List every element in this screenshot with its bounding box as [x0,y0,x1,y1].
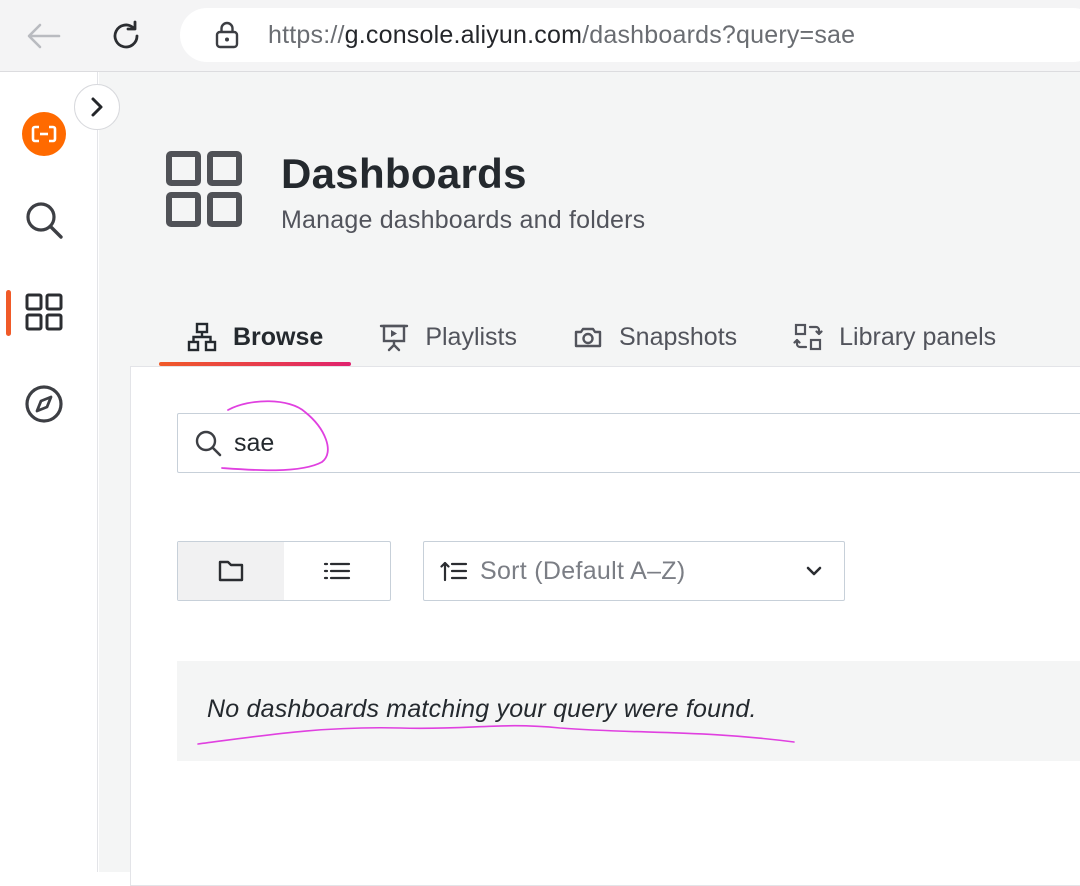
tab-snapshots[interactable]: Snapshots [545,308,765,366]
list-icon [323,562,351,580]
tab-playlists-label: Playlists [425,322,517,351]
presentation-icon [380,324,409,352]
browser-toolbar: https://g.console.aliyun.com/dashboards?… [0,0,1080,72]
tab-library-panels[interactable]: Library panels [765,308,1024,366]
sort-ascending-icon [440,560,468,582]
tab-snapshots-label: Snapshots [619,322,738,351]
tab-browse-label: Browse [233,322,324,351]
page-title: Dashboards [281,150,527,197]
sidebar [0,72,98,872]
active-indicator [6,290,11,336]
sidebar-item-explore[interactable] [22,382,66,426]
sort-label: Sort (Default A–Z) [480,556,686,585]
compass-icon [25,385,63,423]
dashboards-page-icon [166,151,242,227]
sitemap-icon [187,322,217,352]
camera-icon [574,327,602,348]
back-arrow-icon [27,23,61,49]
tab-bar: Browse Playlists Snapshots Library panel… [159,308,1024,366]
sidebar-item-search[interactable] [22,198,66,242]
page-subtitle: Manage dashboards and folders [281,206,646,234]
grid-icon [25,293,63,331]
search-value: sae [234,428,275,457]
library-panels-icon [793,323,823,351]
lock-icon [214,20,240,50]
sort-select[interactable]: Sort (Default A–Z) [423,541,845,601]
aliyun-logo-icon[interactable] [22,112,66,156]
search-input[interactable]: sae [177,413,1080,473]
folder-icon [218,560,244,582]
search-icon [26,202,63,239]
sidebar-expand-button[interactable] [74,84,120,130]
tab-browse[interactable]: Browse [159,308,352,366]
chevron-right-icon [91,97,103,117]
reload-button[interactable] [104,14,148,58]
url-scheme: https:// [268,20,345,49]
tab-playlists[interactable]: Playlists [351,308,545,366]
chevron-down-icon [806,566,822,576]
folder-view-button[interactable] [178,542,284,600]
tab-library-panels-label: Library panels [839,322,997,351]
url-text: https://g.console.aliyun.com/dashboards?… [268,21,855,50]
url-host: g.console.aliyun.com [344,20,583,49]
back-button[interactable] [22,14,66,58]
view-toggle [177,541,391,601]
empty-state-message: No dashboards matching your query were f… [207,695,757,723]
main-content: Dashboards Manage dashboards and folders… [99,72,1080,886]
reload-icon [113,20,139,49]
sidebar-item-dashboards[interactable] [22,290,66,334]
empty-state: No dashboards matching your query were f… [177,661,1080,761]
url-path: /dashboards?query=sae [582,20,856,49]
browse-panel: sae Sort (Default A–Z) No dashboards mat… [130,366,1080,886]
address-bar[interactable]: https://g.console.aliyun.com/dashboards?… [180,8,1080,62]
search-icon [194,429,222,457]
list-view-button[interactable] [284,542,390,600]
